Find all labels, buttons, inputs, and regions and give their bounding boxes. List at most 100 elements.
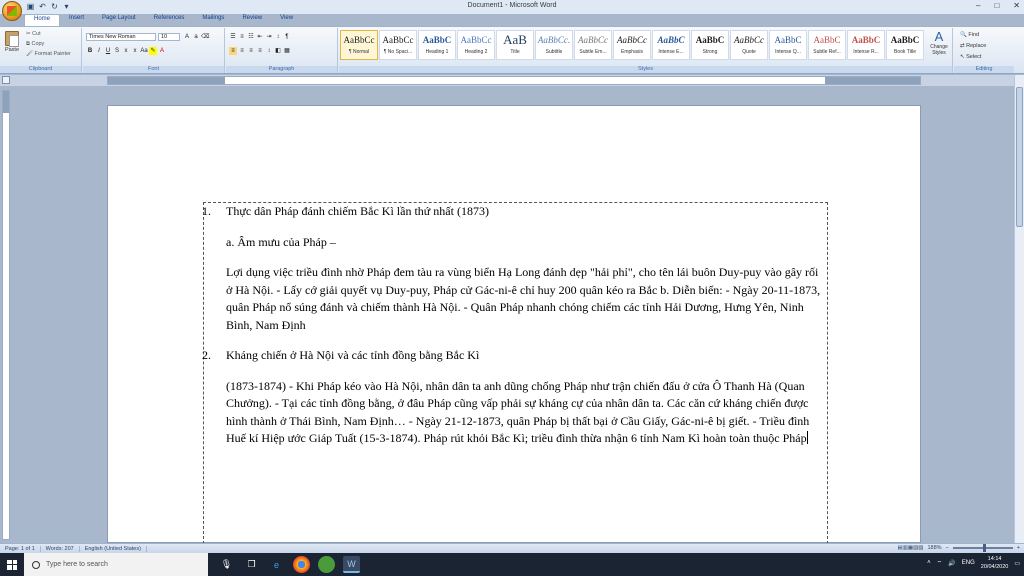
style-intense-emphasis[interactable]: AaBbC Intense E... (652, 30, 690, 60)
show-marks-icon[interactable]: ¶ (283, 33, 291, 41)
paragraph: (1873-1874) - Khi Pháp kéo vào Hà Nội, n… (226, 378, 810, 446)
style-heading-2[interactable]: AaBbCc Heading 2 (457, 30, 495, 60)
chrome-icon[interactable] (293, 556, 310, 573)
zoom-level[interactable]: 188% (927, 545, 941, 551)
tab-selector[interactable] (2, 76, 10, 84)
bullets-icon[interactable]: ☰ (229, 33, 237, 41)
shading-icon[interactable]: ◧ (274, 47, 282, 55)
superscript-icon[interactable]: x (131, 47, 139, 55)
format-painter-button[interactable]: 🖌 Format Painter (26, 51, 71, 57)
text-cursor (806, 431, 808, 444)
zoom-out-icon[interactable]: − (946, 545, 949, 551)
word-count[interactable]: Words: 207 (41, 545, 80, 552)
tab-mailings[interactable]: Mailings (193, 14, 233, 26)
style-book-title[interactable]: AaBbC Book Title (886, 30, 924, 60)
multilevel-list-icon[interactable]: ☷ (247, 33, 255, 41)
font-color-icon[interactable]: A (158, 47, 166, 55)
zoom-slider[interactable] (952, 544, 1013, 552)
task-view-icon[interactable]: ❐ (243, 556, 260, 573)
borders-icon[interactable]: ▦ (283, 47, 291, 55)
horizontal-ruler[interactable] (107, 76, 921, 85)
change-case-icon[interactable]: Aa (140, 47, 148, 55)
input-language[interactable]: ENG (962, 560, 975, 566)
clock[interactable]: 14:14 20/04/2020 (981, 555, 1009, 571)
browser-icon[interactable] (318, 556, 335, 573)
shrink-font-icon[interactable]: a (192, 33, 200, 41)
document-content[interactable]: 1. Thực dân Pháp đánh chiếm Bắc Kì lần th… (202, 203, 827, 448)
tab-references[interactable]: References (145, 14, 194, 26)
taskbar-search[interactable]: Type here to search (24, 553, 208, 576)
paragraph-group: ☰ ≡ ☷ ⇤ ⇥ ↕ ¶ ≡ ≡ ≡ ≡ ↕ ◧ ▦ Paragraph (226, 28, 338, 73)
style-emphasis[interactable]: AaBbCc Emphasis (613, 30, 651, 60)
style-subtitle[interactable]: AaBbCc. Subtitle (535, 30, 573, 60)
status-bar: Page: 1 of 1 Words: 207 English (United … (0, 543, 1024, 553)
find-button[interactable]: 🔍 Find (960, 30, 986, 41)
system-tray: ˄ ⌔ 🔊 ENG 14:14 20/04/2020 ▭ (927, 555, 1020, 571)
style-title[interactable]: AaB Title (496, 30, 534, 60)
windows-logo-icon (7, 559, 17, 570)
highlight-icon[interactable]: ✎ (149, 47, 157, 55)
vertical-ruler[interactable] (2, 90, 10, 540)
line-spacing-icon[interactable]: ↕ (265, 47, 273, 55)
clear-format-icon[interactable]: ⌫ (201, 33, 209, 41)
italic-icon[interactable]: I (95, 47, 103, 55)
word-taskbar-icon[interactable]: W (343, 556, 360, 573)
subscript-icon[interactable]: x (122, 47, 130, 55)
align-right-icon[interactable]: ≡ (247, 47, 255, 55)
align-center-icon[interactable]: ≡ (238, 47, 246, 55)
style-subtle-emphasis[interactable]: AaBbCc Subtle Em... (574, 30, 612, 60)
tab-view[interactable]: View (271, 14, 302, 26)
decrease-indent-icon[interactable]: ⇤ (256, 33, 264, 41)
font-group: Times New Roman 10 A a ⌫ B I U S x x Aa … (83, 28, 225, 73)
copy-button[interactable]: ⧉ Copy (26, 41, 44, 48)
tab-insert[interactable]: Insert (60, 14, 93, 26)
office-button[interactable] (2, 1, 22, 21)
paste-button[interactable]: Paste (2, 30, 22, 56)
font-name-select[interactable]: Times New Roman (86, 33, 156, 41)
underline-icon[interactable]: U (104, 47, 112, 55)
strikethrough-icon[interactable]: S (113, 47, 121, 55)
page-count[interactable]: Page: 1 of 1 (0, 545, 41, 552)
scroll-thumb[interactable] (1016, 87, 1023, 227)
replace-button[interactable]: ⇄ Replace (960, 41, 986, 52)
numbering-icon[interactable]: ≡ (238, 33, 246, 41)
language-indicator[interactable]: English (United States) (80, 545, 147, 552)
increase-indent-icon[interactable]: ⇥ (265, 33, 273, 41)
maximize-button[interactable]: □ (994, 1, 999, 10)
style-quote[interactable]: AaBbCc Quote (730, 30, 768, 60)
window-title: Document1 - Microsoft Word (467, 2, 557, 9)
styles-label: Styles (339, 66, 952, 73)
select-button[interactable]: ↖ Select (960, 52, 986, 63)
grow-font-icon[interactable]: A (183, 33, 191, 41)
minimize-button[interactable]: – (976, 1, 980, 10)
style-subtle-reference[interactable]: AaBbC Subtle Ref... (808, 30, 846, 60)
volume-icon[interactable]: 🔊 (948, 560, 955, 567)
bold-icon[interactable]: B (86, 47, 94, 55)
edge-icon[interactable]: e (268, 556, 285, 573)
notifications-icon[interactable]: ▭ (1014, 560, 1020, 567)
tab-home[interactable]: Home (24, 14, 61, 26)
style-intense-quote[interactable]: AaBbC Intense Q... (769, 30, 807, 60)
microphone-icon[interactable]: 🎙 (218, 556, 235, 573)
show-hidden-icons-icon[interactable]: ˄ (927, 560, 931, 566)
clipboard-label: Clipboard (0, 66, 81, 73)
zoom-in-icon[interactable]: + (1017, 545, 1020, 551)
cut-button[interactable]: ✂ Cut (26, 31, 41, 37)
close-button[interactable]: ✕ (1013, 1, 1020, 10)
tab-review[interactable]: Review (233, 14, 271, 26)
tab-page-layout[interactable]: Page Layout (93, 14, 145, 26)
style-no-spacing[interactable]: AaBbCc ¶ No Spaci... (379, 30, 417, 60)
justify-icon[interactable]: ≡ (256, 47, 264, 55)
align-left-icon[interactable]: ≡ (229, 47, 237, 55)
font-size-select[interactable]: 10 (158, 33, 180, 41)
style-strong[interactable]: AaBbC Strong (691, 30, 729, 60)
sort-icon[interactable]: ↕ (274, 33, 282, 41)
style-normal[interactable]: AaBbCc ¶ Normal (340, 30, 378, 60)
vertical-scrollbar[interactable] (1014, 75, 1024, 543)
style-heading-1[interactable]: AaBbC Heading 1 (418, 30, 456, 60)
start-button[interactable] (0, 553, 24, 576)
change-styles-button[interactable]: A Change Styles (928, 29, 950, 56)
view-buttons-icon[interactable]: ▤▥▦▧▨ (898, 545, 924, 551)
network-icon[interactable]: ⌔ (937, 559, 943, 567)
style-intense-reference[interactable]: AaBbC Intense R... (847, 30, 885, 60)
